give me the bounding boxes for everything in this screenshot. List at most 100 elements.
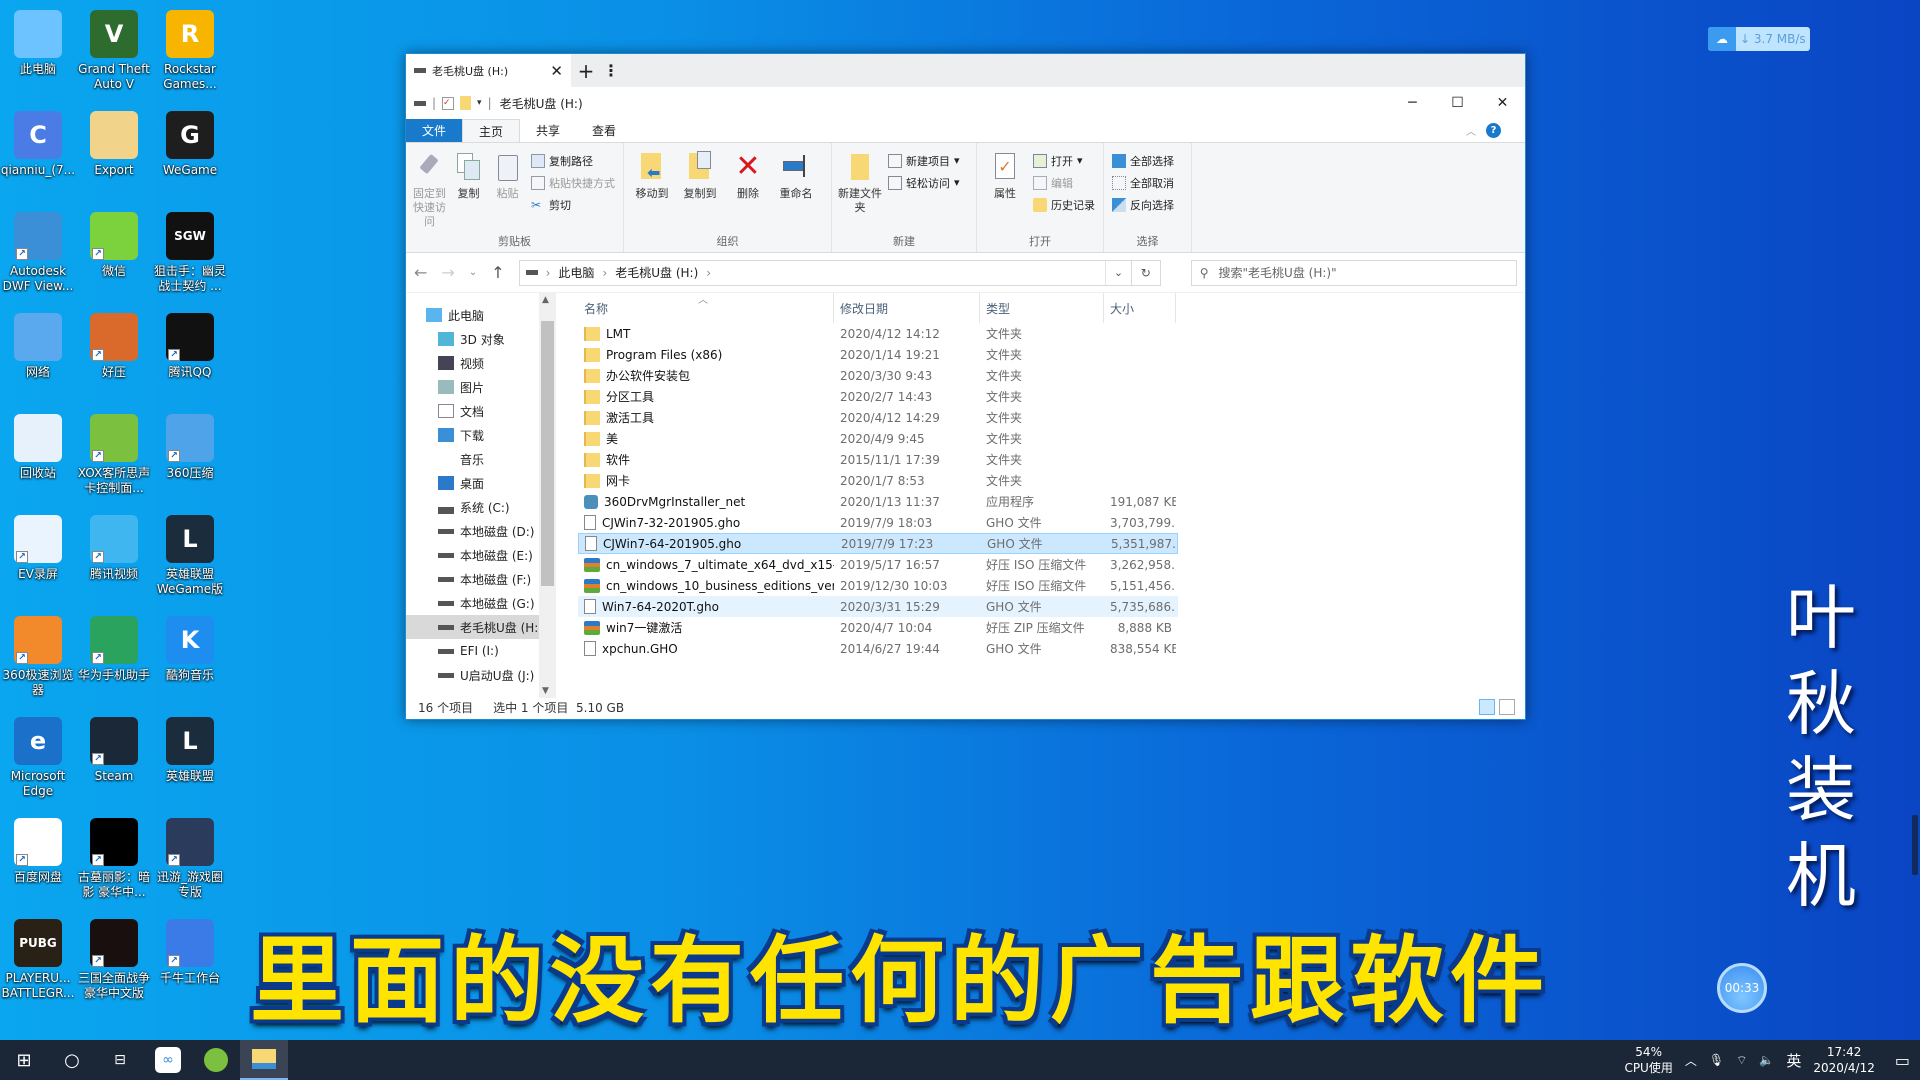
minimize-button[interactable]: ─ — [1390, 87, 1435, 119]
cpu-usage[interactable]: 54% CPU使用 — [1624, 1044, 1672, 1076]
select-all-button[interactable]: 全部选择 — [1112, 151, 1174, 170]
desktop-icon[interactable]: R Rockstar Games... — [152, 6, 228, 92]
netdisk-speed-widget[interactable]: ☁ ↓ 3.7 MB/s — [1708, 27, 1810, 51]
large-icons-view-button[interactable] — [1499, 699, 1515, 715]
desktop-icon[interactable]: ↗ 360极速浏览器 — [0, 612, 76, 698]
nav-item[interactable]: 本地磁盘 (G:) — [406, 591, 556, 615]
open-button[interactable]: 打开 ▾ — [1033, 151, 1095, 170]
file-row[interactable]: 美 2020/4/9 9:45 文件夹 — [578, 428, 1178, 449]
desktop-icon[interactable]: ↗ 迅游_游戏圈专版 — [152, 814, 228, 900]
desktop-icon[interactable]: ↗ 腾讯QQ — [152, 309, 228, 380]
desktop-icon[interactable]: L 英雄联盟 — [152, 713, 228, 784]
column-type[interactable]: 类型 — [980, 293, 1104, 323]
close-button[interactable]: ✕ — [1480, 87, 1525, 119]
file-row[interactable]: 360DrvMgrInstaller_net 2020/1/13 11:37 应用程… — [578, 491, 1178, 512]
show-hidden-icons[interactable]: ︿ — [1685, 1052, 1697, 1069]
details-view-button[interactable] — [1479, 699, 1495, 715]
maximize-button[interactable]: ☐ — [1435, 87, 1480, 119]
desktop-icon[interactable]: 此电脑 — [0, 6, 76, 77]
paste-shortcut-button[interactable]: 粘贴快捷方式 — [531, 173, 615, 192]
up-button[interactable]: ↑ — [491, 263, 504, 282]
taskbar-baidu-netdisk[interactable]: ∞ — [144, 1040, 192, 1080]
start-button[interactable]: ⊞ — [0, 1040, 48, 1080]
back-button[interactable]: ← — [414, 263, 427, 282]
desktop-icon[interactable]: ↗ EV录屏 — [0, 511, 76, 582]
task-view-button[interactable]: ⊟ — [96, 1040, 144, 1080]
file-row[interactable]: CJWin7-64-201905.gho 2019/7/9 17:23 GHO 文件… — [578, 533, 1178, 554]
desktop-icon[interactable]: 网络 — [0, 309, 76, 380]
volume-icon[interactable]: 🔈 — [1759, 1053, 1774, 1067]
nav-item[interactable]: 图片 — [406, 375, 556, 399]
forward-button[interactable]: → — [441, 263, 454, 282]
nav-item[interactable]: EFI (I:) — [406, 639, 556, 663]
nav-item[interactable]: 此电脑 — [406, 303, 556, 327]
action-center-icon[interactable]: ▭ — [1895, 1051, 1910, 1070]
nav-item[interactable]: 本地磁盘 (D:) — [406, 519, 556, 543]
desktop-icon[interactable]: PUBG PLAYERU... BATTLEGR... — [0, 915, 76, 1001]
breadcrumb-this-pc[interactable]: 此电脑 — [558, 264, 594, 281]
nav-pane-scrollbar[interactable]: ▲ ▼ — [539, 293, 556, 698]
desktop-icon[interactable]: ↗ 古墓丽影：暗影 豪华中... — [76, 814, 152, 900]
desktop-icon[interactable]: Export — [76, 107, 152, 178]
file-row[interactable]: 激活工具 2020/4/12 14:29 文件夹 — [578, 407, 1178, 428]
recent-locations-button[interactable]: ⌄ — [469, 267, 477, 278]
file-row[interactable]: cn_windows_7_ultimate_x64_dvd_x15-... 201… — [578, 554, 1178, 575]
nav-item[interactable]: 3D 对象 — [406, 327, 556, 351]
file-row[interactable]: 网卡 2020/1/7 8:53 文件夹 — [578, 470, 1178, 491]
refresh-button[interactable]: ↻ — [1131, 259, 1161, 286]
desktop-icon[interactable]: ↗ 千牛工作台 — [152, 915, 228, 986]
tab-share[interactable]: 共享 — [520, 119, 576, 142]
desktop-icon[interactable]: ↗ 好压 — [76, 309, 152, 380]
taskbar-xox-sound[interactable] — [192, 1040, 240, 1080]
properties-qa-icon[interactable]: ✓ — [442, 96, 455, 110]
desktop-icon[interactable]: G WeGame — [152, 107, 228, 178]
desktop-icon[interactable]: ↗ 微信 — [76, 208, 152, 279]
nav-item[interactable]: 音乐 — [406, 447, 556, 471]
file-row[interactable]: win7一键激活 2020/4/7 10:04 好压 ZIP 压缩文件 8,888 K… — [578, 617, 1178, 638]
nav-item[interactable]: 本地磁盘 (E:) — [406, 543, 556, 567]
desktop-icon[interactable]: ↗ Steam — [76, 713, 152, 784]
column-date[interactable]: 修改日期 — [834, 293, 980, 323]
desktop-icon[interactable]: Cqianniu_(7... — [0, 107, 76, 178]
desktop-icon[interactable]: 回收站 — [0, 410, 76, 481]
desktop-icon[interactable]: e Microsoft Edge — [0, 713, 76, 799]
scroll-up-icon[interactable]: ▲ — [542, 295, 549, 305]
nav-item[interactable]: U启动U盘 (J:) — [406, 663, 556, 687]
clock[interactable]: 17:42 2020/4/12 — [1813, 1044, 1875, 1076]
desktop-icon[interactable]: ↗ 360压缩 — [152, 410, 228, 481]
wifi-icon[interactable]: ⌔ — [1736, 1053, 1747, 1068]
close-tab-icon[interactable]: ✕ — [550, 62, 563, 80]
explorer-tab[interactable]: 老毛桃U盘 (H:) ✕ — [406, 54, 571, 87]
recording-timer[interactable]: 00:33 — [1717, 963, 1767, 1013]
nav-item[interactable]: 视频 — [406, 351, 556, 375]
desktop-icon[interactable]: SGW 狙击手：幽灵战士契约 ... — [152, 208, 228, 294]
desktop-icon[interactable]: K 酷狗音乐 — [152, 612, 228, 683]
desktop-icon[interactable]: L 英雄联盟WeGame版 — [152, 511, 228, 597]
desktop-icon[interactable]: V Grand Theft Auto V — [76, 6, 152, 92]
cortana-search-button[interactable]: ○ — [48, 1040, 96, 1080]
file-row[interactable]: cn_windows_10_business_editions_ver... 20… — [578, 575, 1178, 596]
microphone-icon[interactable]: 🎙 — [1709, 1053, 1724, 1067]
tab-view[interactable]: 查看 — [576, 119, 632, 142]
history-button[interactable]: 历史记录 — [1033, 195, 1095, 214]
copy-path-button[interactable]: 复制路径 — [531, 151, 615, 170]
select-none-button[interactable]: 全部取消 — [1112, 173, 1174, 192]
desktop-icon[interactable]: ↗ 百度网盘 — [0, 814, 76, 885]
breadcrumb-drive-h[interactable]: 老毛桃U盘 (H:) — [615, 264, 698, 281]
desktop-icon[interactable]: ↗ 腾讯视频 — [76, 511, 152, 582]
customize-qa-icon[interactable]: ▾ — [477, 98, 482, 108]
easy-access-button[interactable]: 轻松访问 ▾ — [888, 173, 960, 192]
new-folder-qa-icon[interactable] — [460, 96, 472, 110]
taskbar-file-explorer[interactable] — [240, 1040, 288, 1080]
file-row[interactable]: LMT 2020/4/12 14:12 文件夹 — [578, 323, 1178, 344]
nav-item[interactable]: 文档 — [406, 399, 556, 423]
file-row[interactable]: 软件 2015/11/1 17:39 文件夹 — [578, 449, 1178, 470]
column-size[interactable]: 大小 — [1104, 293, 1176, 323]
nav-item[interactable]: 老毛桃U盘 (H:) — [406, 615, 556, 639]
nav-item[interactable]: 系统 (C:) — [406, 495, 556, 519]
invert-selection-button[interactable]: 反向选择 — [1112, 195, 1174, 214]
nav-item[interactable]: 下载 — [406, 423, 556, 447]
desktop-icon[interactable]: ↗ 三国全面战争豪华中文版 — [76, 915, 152, 1001]
edit-button[interactable]: 编辑 — [1033, 173, 1095, 192]
desktop-icon[interactable]: ↗ Autodesk DWF View... — [0, 208, 76, 294]
